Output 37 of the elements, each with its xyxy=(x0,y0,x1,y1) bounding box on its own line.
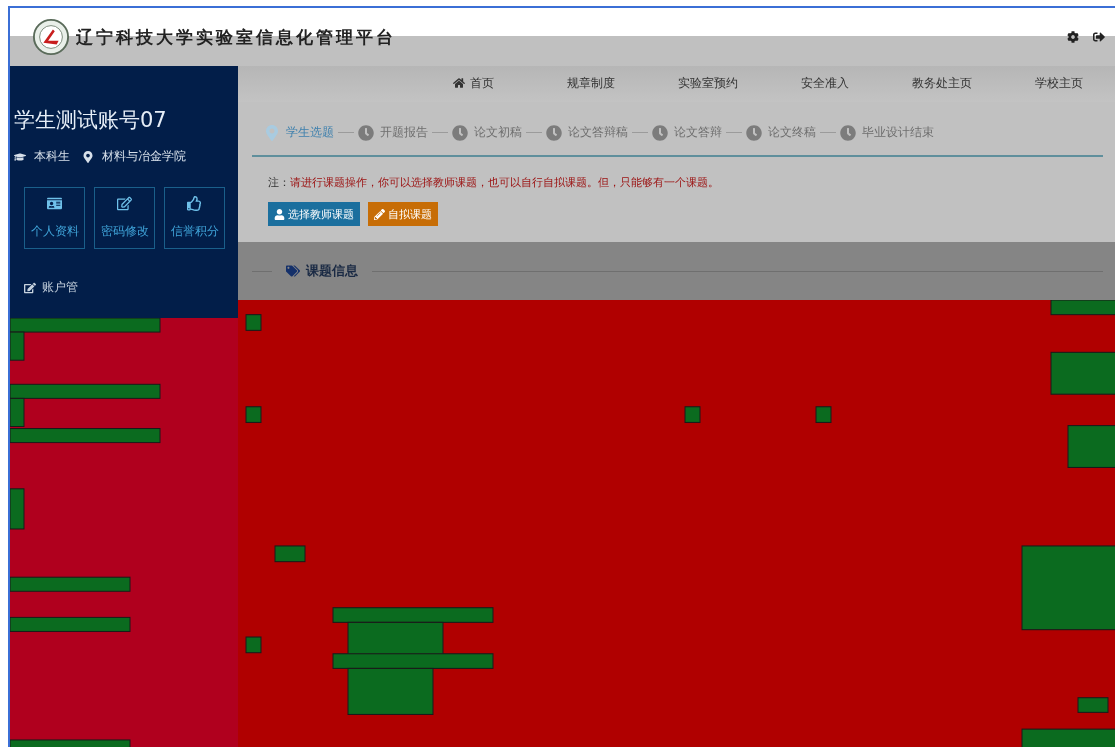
logout-icon xyxy=(1093,31,1105,43)
pencil-icon xyxy=(374,208,385,220)
nav-link[interactable]: 首页 xyxy=(415,72,532,94)
university-emblem-logo xyxy=(32,18,70,56)
map-pin-icon xyxy=(82,150,94,163)
nav-link[interactable]: 规章制度 xyxy=(532,72,649,94)
tags-icon xyxy=(286,264,300,278)
nav-link[interactable]: 实验室预约 xyxy=(649,72,766,94)
nav-link[interactable]: 学校主页 xyxy=(1000,72,1115,94)
sidebar-tile[interactable]: 个人资料 xyxy=(24,187,85,249)
user-name: 学生测试账号07 xyxy=(14,107,168,134)
topic-button[interactable]: 自拟课题 xyxy=(368,202,438,226)
section-title: 课题信息 xyxy=(306,262,358,280)
step-label: 学生选题 xyxy=(286,124,334,141)
topic-button[interactable]: 选择教师课题 xyxy=(268,202,360,226)
step-label: 论文初稿 xyxy=(474,124,522,141)
step-label: 论文答辩 xyxy=(674,124,722,141)
thumbs-up-icon xyxy=(187,196,202,211)
step-label: 毕业设计结束 xyxy=(862,124,934,141)
home-icon xyxy=(453,77,465,89)
step-label: 开题报告 xyxy=(380,124,428,141)
edit-icon xyxy=(24,281,36,294)
edit-icon xyxy=(117,196,132,211)
college-label: 材料与冶金学院 xyxy=(102,148,186,165)
sidebar-menu-item[interactable]: 账户管 xyxy=(24,279,78,296)
id-card-icon xyxy=(47,196,62,211)
nav-link[interactable]: 教务处主页 xyxy=(883,72,1000,94)
notice-text: 注：请进行课题操作，你可以选择教师课题，也可以自行自拟课题。但，只能够有一个课题。 xyxy=(268,175,720,190)
step-label: 论文答辩稿 xyxy=(568,124,628,141)
nav-link[interactable]: 安全准入 xyxy=(766,72,883,94)
platform-title: 辽宁科技大学实验室信息化管理平台 xyxy=(76,25,396,49)
graduation-cap-icon xyxy=(14,150,26,163)
degree-label: 本科生 xyxy=(34,148,70,165)
sidebar-tile[interactable]: 密码修改 xyxy=(94,187,155,249)
sidebar-tile[interactable]: 信誉积分 xyxy=(164,187,225,249)
user-icon xyxy=(274,208,285,220)
step-label: 论文终稿 xyxy=(768,124,816,141)
